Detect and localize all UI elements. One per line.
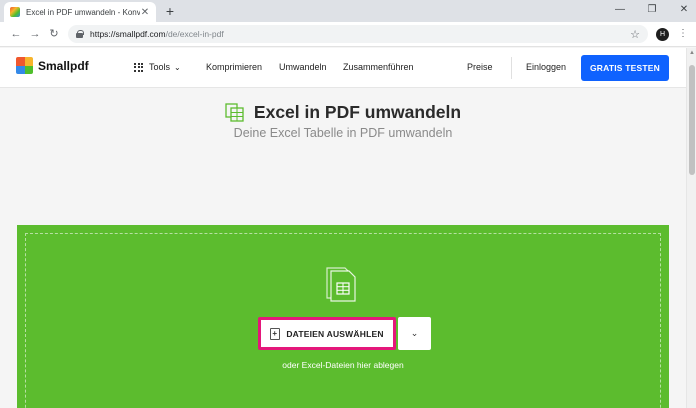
excel-icon bbox=[225, 103, 244, 122]
upload-button-group: DATEIEN AUSWÄHLEN ⌄ bbox=[258, 317, 431, 350]
address-bar[interactable]: https://smallpdf.com/de/excel-in-pdf ☆ bbox=[68, 25, 648, 43]
page-scrollbar[interactable]: ▲ bbox=[686, 48, 696, 408]
bookmark-star-icon[interactable]: ☆ bbox=[630, 28, 640, 41]
restore-button[interactable]: ❐ bbox=[645, 4, 659, 16]
close-window-button[interactable]: ✕ bbox=[677, 4, 691, 16]
document-stack-icon bbox=[324, 265, 360, 303]
nav-merge[interactable]: Zusammenführen bbox=[343, 62, 414, 72]
smallpdf-logo-icon bbox=[16, 57, 33, 74]
choose-files-label: DATEIEN AUSWÄHLEN bbox=[286, 328, 384, 339]
forward-button[interactable]: → bbox=[27, 26, 43, 42]
browser-tab[interactable]: Excel in PDF umwandeln - Konve ✕ bbox=[4, 2, 156, 22]
minimize-button[interactable]: — bbox=[613, 4, 627, 16]
logo-text: Smallpdf bbox=[38, 58, 89, 73]
page-title: Excel in PDF umwandeln bbox=[253, 102, 462, 122]
browser-window: Excel in PDF umwandeln - Konve ✕ + — ❐ ✕… bbox=[0, 0, 696, 408]
free-trial-button[interactable]: GRATIS TESTEN bbox=[581, 55, 669, 81]
tab-strip: Excel in PDF umwandeln - Konve ✕ + — ❐ ✕ bbox=[0, 0, 696, 22]
file-add-icon bbox=[270, 327, 281, 340]
scroll-up-icon[interactable]: ▲ bbox=[687, 50, 696, 60]
choose-files-button[interactable]: DATEIEN AUSWÄHLEN bbox=[258, 317, 396, 350]
nav-login[interactable]: Einloggen bbox=[526, 62, 566, 72]
nav-convert[interactable]: Umwandeln bbox=[279, 62, 327, 72]
tools-menu[interactable]: Tools ⌄ bbox=[134, 62, 181, 72]
smallpdf-favicon-icon bbox=[10, 7, 20, 17]
title-row: Excel in PDF umwandeln bbox=[0, 102, 686, 123]
smallpdf-logo[interactable]: Smallpdf bbox=[16, 57, 89, 74]
profile-avatar[interactable]: H bbox=[656, 28, 669, 41]
back-button[interactable]: ← bbox=[8, 26, 24, 42]
grid-icon bbox=[134, 62, 143, 72]
nav-compress[interactable]: Komprimieren bbox=[206, 62, 262, 72]
nav-pricing[interactable]: Preise bbox=[467, 62, 493, 72]
tab-title: Excel in PDF umwandeln - Konve bbox=[26, 7, 140, 17]
new-tab-button[interactable]: + bbox=[162, 3, 178, 19]
browser-menu-icon[interactable]: ⋮ bbox=[678, 27, 688, 41]
chevron-down-icon: ⌄ bbox=[174, 62, 181, 72]
site-header: Smallpdf Tools ⌄ Komprimieren Umwandeln … bbox=[0, 48, 686, 88]
url-path: /de/excel-in-pdf bbox=[165, 29, 224, 39]
tools-label: Tools bbox=[149, 62, 171, 72]
file-dropzone[interactable]: DATEIEN AUSWÄHLEN ⌄ oder Excel-Dateien h… bbox=[17, 225, 669, 408]
scrollbar-thumb[interactable] bbox=[689, 65, 695, 175]
reload-button[interactable]: ↻ bbox=[46, 26, 62, 42]
url-host: https://smallpdf.com bbox=[90, 29, 166, 39]
page-subtitle: Deine Excel Tabelle in PDF umwandeln bbox=[233, 126, 453, 140]
nav-divider bbox=[511, 57, 512, 79]
upload-options-dropdown[interactable]: ⌄ bbox=[398, 317, 431, 350]
address-bar-row: ← → ↻ https://smallpdf.com/de/excel-in-p… bbox=[0, 22, 696, 47]
lock-icon bbox=[76, 30, 84, 38]
tab-close-icon[interactable]: ✕ bbox=[140, 7, 150, 18]
hero-section: Excel in PDF umwandeln Deine Excel Tabel… bbox=[0, 89, 686, 408]
drop-hint: oder Excel-Dateien hier ablegen bbox=[282, 360, 404, 370]
